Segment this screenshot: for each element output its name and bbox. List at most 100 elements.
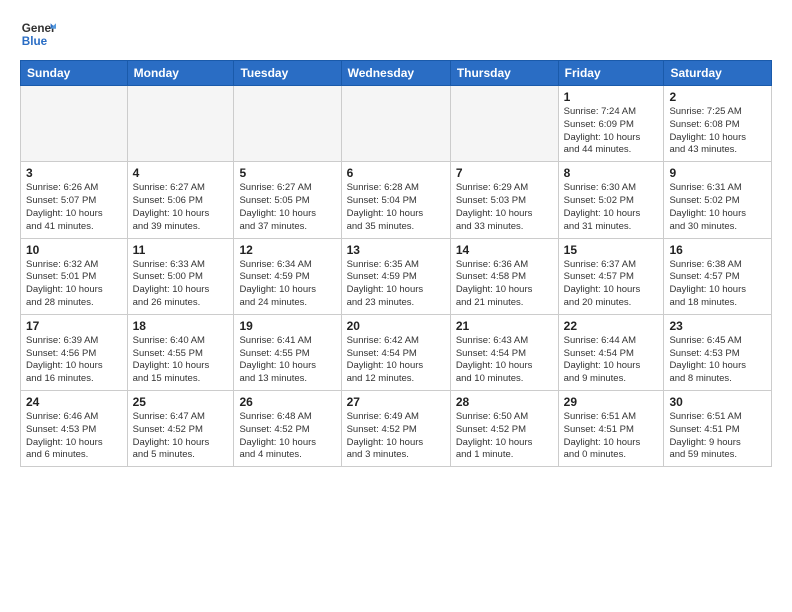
- calendar-week: 24 Sunrise: 6:46 AM Sunset: 4:53 PM Dayli…: [21, 391, 772, 467]
- day-info: Sunrise: 6:34 AM Sunset: 4:59 PM Dayligh…: [239, 259, 335, 310]
- calendar-week: 1 Sunrise: 7:24 AM Sunset: 6:09 PM Daylig…: [21, 86, 772, 162]
- calendar-cell: 27Sunrise: 6:49 AM Sunset: 4:52 PM Dayli…: [341, 391, 450, 467]
- calendar-cell: 22 Sunrise: 6:44 AM Sunset: 4:54 PM Dayli…: [558, 314, 664, 390]
- day-number: 19: [239, 319, 335, 333]
- calendar-week: 17 Sunrise: 6:39 AM Sunset: 4:56 PM Dayli…: [21, 314, 772, 390]
- weekday-header: Monday: [127, 61, 234, 86]
- day-number: 4: [133, 166, 229, 180]
- calendar-cell: 15 Sunrise: 6:37 AM Sunset: 4:57 PM Dayli…: [558, 238, 664, 314]
- day-number: 11: [133, 243, 229, 257]
- day-info: Sunrise: 6:30 AM Sunset: 5:02 PM Dayligh…: [564, 182, 659, 233]
- calendar-cell: 24 Sunrise: 6:46 AM Sunset: 4:53 PM Dayli…: [21, 391, 128, 467]
- calendar-cell: 4 Sunrise: 6:27 AM Sunset: 5:06 PM Daylig…: [127, 162, 234, 238]
- day-info: Sunrise: 6:51 AM Sunset: 4:51 PM Dayligh…: [564, 411, 659, 462]
- day-info: Sunrise: 6:26 AM Sunset: 5:07 PM Dayligh…: [26, 182, 122, 233]
- day-info: Sunrise: 6:28 AM Sunset: 5:04 PM Dayligh…: [347, 182, 445, 233]
- calendar-cell: 18 Sunrise: 6:40 AM Sunset: 4:55 PM Dayli…: [127, 314, 234, 390]
- day-number: 23: [669, 319, 766, 333]
- weekday-header: Wednesday: [341, 61, 450, 86]
- day-info: Sunrise: 6:40 AM Sunset: 4:55 PM Dayligh…: [133, 335, 229, 386]
- day-number: 27: [347, 395, 445, 409]
- calendar-cell: 2 Sunrise: 7:25 AM Sunset: 6:08 PM Daylig…: [664, 86, 772, 162]
- day-info: Sunrise: 6:46 AM Sunset: 4:53 PM Dayligh…: [26, 411, 122, 462]
- day-number: 21: [456, 319, 553, 333]
- calendar-cell: 25 Sunrise: 6:47 AM Sunset: 4:52 PM Dayli…: [127, 391, 234, 467]
- day-info: Sunrise: 6:42 AM Sunset: 4:54 PM Dayligh…: [347, 335, 445, 386]
- day-number: 10: [26, 243, 122, 257]
- day-number: 15: [564, 243, 659, 257]
- calendar-cell: 14 Sunrise: 6:36 AM Sunset: 4:58 PM Dayli…: [450, 238, 558, 314]
- calendar-cell: 29 Sunrise: 6:51 AM Sunset: 4:51 PM Dayli…: [558, 391, 664, 467]
- day-info: Sunrise: 6:38 AM Sunset: 4:57 PM Dayligh…: [669, 259, 766, 310]
- weekday-header: Tuesday: [234, 61, 341, 86]
- day-info: Sunrise: 6:39 AM Sunset: 4:56 PM Dayligh…: [26, 335, 122, 386]
- day-info: Sunrise: 6:36 AM Sunset: 4:58 PM Dayligh…: [456, 259, 553, 310]
- day-info: Sunrise: 6:48 AM Sunset: 4:52 PM Dayligh…: [239, 411, 335, 462]
- day-info: Sunrise: 6:37 AM Sunset: 4:57 PM Dayligh…: [564, 259, 659, 310]
- day-number: 9: [669, 166, 766, 180]
- logo: General Blue: [20, 16, 56, 52]
- calendar-cell: 12 Sunrise: 6:34 AM Sunset: 4:59 PM Dayli…: [234, 238, 341, 314]
- day-number: 20: [347, 319, 445, 333]
- calendar-week: 3 Sunrise: 6:26 AM Sunset: 5:07 PM Daylig…: [21, 162, 772, 238]
- day-info: Sunrise: 6:50 AM Sunset: 4:52 PM Dayligh…: [456, 411, 553, 462]
- day-number: 28: [456, 395, 553, 409]
- calendar-cell: 8 Sunrise: 6:30 AM Sunset: 5:02 PM Daylig…: [558, 162, 664, 238]
- day-number: 7: [456, 166, 553, 180]
- calendar-cell: 13Sunrise: 6:35 AM Sunset: 4:59 PM Dayli…: [341, 238, 450, 314]
- calendar-cell: 17 Sunrise: 6:39 AM Sunset: 4:56 PM Dayli…: [21, 314, 128, 390]
- calendar-week: 10Sunrise: 6:32 AM Sunset: 5:01 PM Dayli…: [21, 238, 772, 314]
- calendar-cell: 28 Sunrise: 6:50 AM Sunset: 4:52 PM Dayli…: [450, 391, 558, 467]
- calendar-cell: 21 Sunrise: 6:43 AM Sunset: 4:54 PM Dayli…: [450, 314, 558, 390]
- weekday-header: Sunday: [21, 61, 128, 86]
- calendar-cell: 7 Sunrise: 6:29 AM Sunset: 5:03 PM Daylig…: [450, 162, 558, 238]
- day-number: 30: [669, 395, 766, 409]
- logo-icon: General Blue: [20, 16, 56, 52]
- day-info: Sunrise: 6:27 AM Sunset: 5:06 PM Dayligh…: [133, 182, 229, 233]
- day-number: 1: [564, 90, 659, 104]
- day-number: 18: [133, 319, 229, 333]
- day-info: Sunrise: 6:33 AM Sunset: 5:00 PM Dayligh…: [133, 259, 229, 310]
- calendar-cell: 10Sunrise: 6:32 AM Sunset: 5:01 PM Dayli…: [21, 238, 128, 314]
- calendar-cell: 9 Sunrise: 6:31 AM Sunset: 5:02 PM Daylig…: [664, 162, 772, 238]
- weekday-header: Saturday: [664, 61, 772, 86]
- day-info: Sunrise: 6:43 AM Sunset: 4:54 PM Dayligh…: [456, 335, 553, 386]
- day-number: 17: [26, 319, 122, 333]
- calendar-cell: 19 Sunrise: 6:41 AM Sunset: 4:55 PM Dayli…: [234, 314, 341, 390]
- calendar-cell: 23 Sunrise: 6:45 AM Sunset: 4:53 PM Dayli…: [664, 314, 772, 390]
- day-info: Sunrise: 6:44 AM Sunset: 4:54 PM Dayligh…: [564, 335, 659, 386]
- calendar-cell: [341, 86, 450, 162]
- day-number: 16: [669, 243, 766, 257]
- day-number: 25: [133, 395, 229, 409]
- day-number: 13: [347, 243, 445, 257]
- day-info: Sunrise: 6:29 AM Sunset: 5:03 PM Dayligh…: [456, 182, 553, 233]
- calendar-cell: 26 Sunrise: 6:48 AM Sunset: 4:52 PM Dayli…: [234, 391, 341, 467]
- day-number: 29: [564, 395, 659, 409]
- calendar-cell: 6Sunrise: 6:28 AM Sunset: 5:04 PM Daylig…: [341, 162, 450, 238]
- day-info: Sunrise: 6:45 AM Sunset: 4:53 PM Dayligh…: [669, 335, 766, 386]
- day-info: Sunrise: 6:47 AM Sunset: 4:52 PM Dayligh…: [133, 411, 229, 462]
- day-number: 8: [564, 166, 659, 180]
- calendar-cell: [21, 86, 128, 162]
- calendar-cell: [234, 86, 341, 162]
- calendar-cell: 1 Sunrise: 7:24 AM Sunset: 6:09 PM Daylig…: [558, 86, 664, 162]
- svg-text:Blue: Blue: [22, 35, 48, 48]
- day-number: 2: [669, 90, 766, 104]
- day-info: Sunrise: 6:31 AM Sunset: 5:02 PM Dayligh…: [669, 182, 766, 233]
- day-number: 12: [239, 243, 335, 257]
- day-info: Sunrise: 7:25 AM Sunset: 6:08 PM Dayligh…: [669, 106, 766, 157]
- day-number: 24: [26, 395, 122, 409]
- calendar-cell: 20 Sunrise: 6:42 AM Sunset: 4:54 PM Dayli…: [341, 314, 450, 390]
- day-info: Sunrise: 6:41 AM Sunset: 4:55 PM Dayligh…: [239, 335, 335, 386]
- weekday-header: Friday: [558, 61, 664, 86]
- day-number: 3: [26, 166, 122, 180]
- day-number: 14: [456, 243, 553, 257]
- calendar-cell: 16 Sunrise: 6:38 AM Sunset: 4:57 PM Dayli…: [664, 238, 772, 314]
- day-info: Sunrise: 7:24 AM Sunset: 6:09 PM Dayligh…: [564, 106, 659, 157]
- day-number: 22: [564, 319, 659, 333]
- calendar-cell: 11 Sunrise: 6:33 AM Sunset: 5:00 PM Dayli…: [127, 238, 234, 314]
- weekday-header: Thursday: [450, 61, 558, 86]
- calendar: SundayMondayTuesdayWednesdayThursdayFrid…: [20, 60, 772, 467]
- day-number: 26: [239, 395, 335, 409]
- calendar-header: SundayMondayTuesdayWednesdayThursdayFrid…: [21, 61, 772, 86]
